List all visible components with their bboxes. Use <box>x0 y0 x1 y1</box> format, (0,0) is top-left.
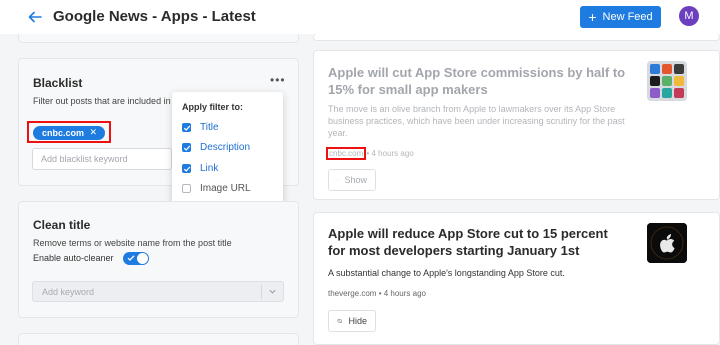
settings-panel-stub-bottom <box>18 333 299 345</box>
new-feed-label: New Feed <box>602 11 653 23</box>
feed-card: Apple will reduce App Store cut to 15 pe… <box>313 212 720 345</box>
back-arrow-icon[interactable] <box>27 9 43 25</box>
feed-card-description: The move is an olive branch from Apple t… <box>328 104 625 138</box>
filter-option-description[interactable]: Description <box>182 142 250 153</box>
feed-card-title[interactable]: Apple will cut App Store commissions by … <box>328 64 628 98</box>
feed-card-meta: cnbc.com • 4 hours ago <box>325 147 414 160</box>
filter-option-title[interactable]: Title <box>182 122 219 133</box>
show-label: Show <box>344 175 367 185</box>
keyword-select[interactable]: Add keyword <box>32 281 284 302</box>
clean-title-heading: Clean title <box>33 218 91 232</box>
settings-panel-stub-top <box>18 34 299 43</box>
keyword-placeholder: Add keyword <box>42 287 95 297</box>
feed-card-source[interactable]: theverge.com <box>328 289 376 298</box>
checkbox-checked-icon <box>182 123 191 132</box>
eye-off-icon <box>337 318 343 324</box>
app-store-thumbnail <box>647 61 687 101</box>
feed-card-stub-top <box>313 34 720 41</box>
blacklist-chip: cnbc.com ✕ <box>33 126 105 140</box>
select-divider <box>261 285 262 299</box>
auto-cleaner-toggle[interactable] <box>123 252 149 265</box>
hide-button[interactable]: Hide <box>328 310 376 332</box>
blacklist-keyword-input[interactable] <box>32 148 172 170</box>
feed-card-time: 4 hours ago <box>371 149 414 158</box>
check-icon <box>127 255 135 261</box>
filter-option-image-url[interactable]: Image URL <box>182 183 251 194</box>
plus-icon: + <box>588 9 597 25</box>
feed-card-title[interactable]: Apple will reduce App Store cut to 15 pe… <box>328 225 628 259</box>
blacklist-description: Filter out posts that are included in <box>33 96 171 106</box>
apply-filter-dropdown: Apply filter to: Title Description Link … <box>172 92 283 209</box>
clean-title-description: Remove terms or website name from the po… <box>33 238 232 248</box>
auto-cleaner-row: Enable auto-cleaner <box>33 252 149 265</box>
chevron-down-icon[interactable] <box>268 287 277 296</box>
blacklist-chip-highlight: cnbc.com ✕ <box>27 121 111 143</box>
new-feed-button[interactable]: + New Feed <box>580 6 661 28</box>
feed-card-meta: theverge.com • 4 hours ago <box>328 289 426 298</box>
feed-card: Apple will cut App Store commissions by … <box>313 50 720 200</box>
eye-icon <box>337 179 339 181</box>
feed-card-time: 4 hours ago <box>383 289 426 298</box>
avatar[interactable]: M <box>679 6 699 26</box>
apple-logo-thumbnail <box>647 223 687 263</box>
page-title: Google News - Apps - Latest <box>53 8 256 25</box>
chip-remove-icon[interactable]: ✕ <box>89 127 97 138</box>
filter-option-link[interactable]: Link <box>182 163 218 174</box>
more-options-icon[interactable]: ••• <box>270 73 286 87</box>
toggle-knob <box>137 253 148 264</box>
checkbox-unchecked-icon <box>182 184 191 193</box>
chip-label: cnbc.com <box>42 128 85 138</box>
feed-card-source[interactable]: cnbc.com <box>325 147 367 160</box>
blacklist-title: Blacklist <box>33 76 83 90</box>
hide-label: Hide <box>348 316 367 326</box>
apply-filter-title: Apply filter to: <box>182 102 243 112</box>
show-button[interactable]: Show <box>328 169 376 191</box>
feed-card-description: A substantial change to Apple's longstan… <box>328 268 565 278</box>
top-bar: Google News - Apps - Latest + New Feed M <box>0 0 720 34</box>
auto-cleaner-label: Enable auto-cleaner <box>33 253 114 263</box>
checkbox-checked-icon <box>182 143 191 152</box>
checkbox-checked-icon <box>182 164 191 173</box>
